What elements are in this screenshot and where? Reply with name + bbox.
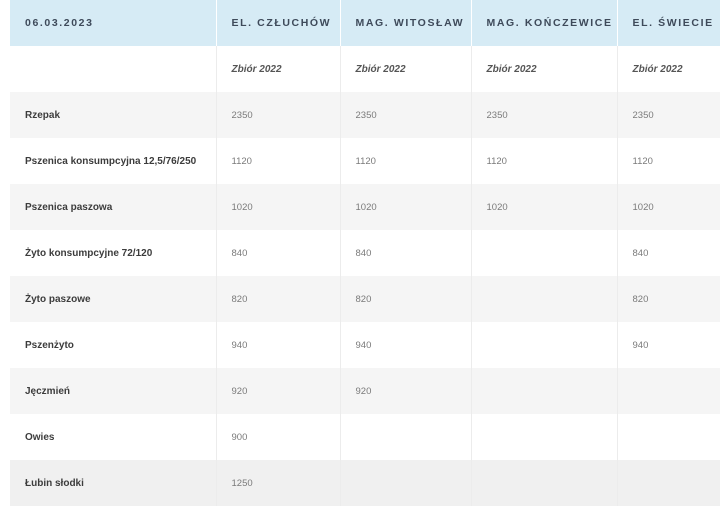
price-cell [471,460,618,506]
product-name: Rzepak [10,92,217,138]
price-cell: 840 [617,230,720,276]
price-cell: 2350 [340,92,472,138]
price-cell: 820 [216,276,341,322]
price-table: 06.03.2023 EL. CZŁUCHÓW MAG. WITOSŁAW MA… [10,0,720,506]
table-row: Pszenżyto 940 940 940 [10,322,720,368]
table-row: Żyto paszowe 820 820 820 [10,276,720,322]
season-empty-cell [10,46,217,92]
price-cell [471,322,618,368]
product-name: Żyto paszowe [10,276,217,322]
price-cell: 1120 [471,138,618,184]
price-cell [340,414,472,460]
column-header: MAG. KOŃCZEWICE [471,0,618,46]
price-cell [471,368,618,414]
price-cell [471,276,618,322]
price-cell: 1020 [617,184,720,230]
price-cell: 1020 [471,184,618,230]
price-cell [617,460,720,506]
price-cell: 940 [216,322,341,368]
table-row: Rzepak 2350 2350 2350 2350 [10,92,720,138]
price-cell: 820 [340,276,472,322]
product-name: Pszenica paszowa [10,184,217,230]
product-name: Łubin słodki [10,460,217,506]
product-name: Pszenżyto [10,322,217,368]
column-header: EL. ŚWIECIE [617,0,720,46]
price-cell: 900 [216,414,341,460]
season-cell: Zbiór 2022 [471,46,618,92]
date-header: 06.03.2023 [10,0,217,46]
product-name: Pszenica konsumpcyjna 12,5/76/250 [10,138,217,184]
product-name: Jęczmień [10,368,217,414]
price-cell: 2350 [471,92,618,138]
table-row: Owies 900 [10,414,720,460]
header-row: 06.03.2023 EL. CZŁUCHÓW MAG. WITOSŁAW MA… [10,0,720,46]
table-row: Pszenica paszowa 1020 1020 1020 1020 [10,184,720,230]
price-cell [340,460,472,506]
season-row: Zbiór 2022 Zbiór 2022 Zbiór 2022 Zbiór 2… [10,46,720,92]
price-cell [617,368,720,414]
product-name: Żyto konsumpcyjne 72/120 [10,230,217,276]
price-cell: 920 [216,368,341,414]
table-row: Pszenica konsumpcyjna 12,5/76/250 1120 1… [10,138,720,184]
price-cell: 940 [340,322,472,368]
table-row: Żyto konsumpcyjne 72/120 840 840 840 [10,230,720,276]
price-cell: 820 [617,276,720,322]
column-header: MAG. WITOSŁAW [340,0,472,46]
price-cell: 1250 [216,460,341,506]
price-cell: 920 [340,368,472,414]
price-cell: 1120 [340,138,472,184]
price-cell: 1020 [340,184,472,230]
price-cell [471,414,618,460]
product-name: Owies [10,414,217,460]
season-cell: Zbiór 2022 [216,46,341,92]
table-row: Łubin słodki 1250 [10,460,720,506]
season-cell: Zbiór 2022 [340,46,472,92]
price-cell [617,414,720,460]
column-header: EL. CZŁUCHÓW [216,0,341,46]
price-cell [471,230,618,276]
price-cell: 1020 [216,184,341,230]
price-cell: 2350 [617,92,720,138]
price-cell: 840 [340,230,472,276]
price-cell: 1120 [617,138,720,184]
table-row: Jęczmień 920 920 [10,368,720,414]
price-cell: 940 [617,322,720,368]
price-cell: 840 [216,230,341,276]
season-cell: Zbiór 2022 [617,46,720,92]
price-cell: 2350 [216,92,341,138]
price-cell: 1120 [216,138,341,184]
